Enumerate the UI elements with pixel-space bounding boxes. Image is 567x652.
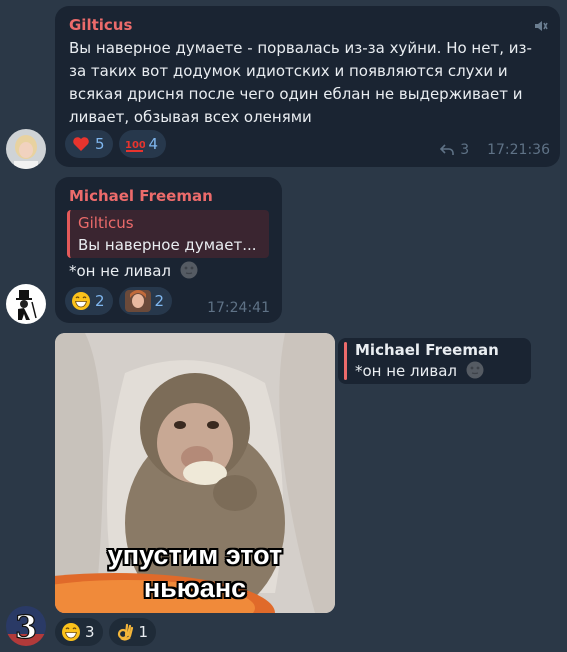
hundred-points-icon: 100 — [125, 140, 145, 152]
caption-line-2: ньюанс — [143, 573, 247, 603]
svg-text:100: 100 — [125, 140, 145, 151]
reaction-count: 1 — [138, 623, 149, 641]
heart-icon — [73, 137, 89, 151]
number-three-avatar-icon: 3 — [6, 606, 46, 646]
new-moon-face-icon — [466, 361, 484, 379]
reaction-count: 5 — [95, 135, 105, 153]
reply-count[interactable]: 3 — [460, 142, 469, 158]
reaction-heart[interactable]: 5 — [65, 130, 113, 158]
reaction-avatar[interactable]: 2 — [118, 287, 173, 315]
reply-arrow-icon[interactable] — [440, 144, 454, 156]
reply-text: Вы наверное думает... — [78, 236, 257, 254]
reaction-grin[interactable]: 3 — [55, 618, 103, 646]
reply-text-line: *он не ливал — [355, 361, 484, 382]
reply-quote[interactable]: Gilticus Вы наверное думает... — [67, 210, 269, 258]
ok-hand-icon — [117, 623, 133, 641]
reaction-count: 4 — [148, 135, 159, 153]
avatar-michael-freeman[interactable] — [6, 284, 46, 324]
reply-text: *он не ливал — [355, 362, 458, 380]
message-text: *он не ливал — [69, 262, 172, 280]
grinning-face-icon — [62, 623, 80, 641]
user-avatar-icon — [124, 290, 151, 312]
reaction-count: 2 — [154, 292, 165, 310]
reaction-hundred[interactable]: 100 4 — [118, 130, 167, 158]
message-text-line: *он не ливал — [69, 260, 198, 283]
sender-name[interactable]: Gilticus — [69, 16, 132, 34]
avatar-text: 3 — [15, 608, 37, 646]
message-text: Вы наверное думаете - порвалась из-за ху… — [69, 39, 532, 126]
top-hat-avatar-icon — [6, 284, 46, 324]
sticker-caption: упустим этот ньюанс — [55, 539, 335, 605]
message-time: 17:24:41 — [207, 300, 270, 316]
avatar-number-three[interactable]: 3 — [6, 606, 46, 646]
reactions: 2 2 — [65, 287, 173, 315]
caption-line-1: упустим этот — [107, 540, 283, 570]
reply-author: Gilticus — [78, 214, 134, 232]
message-time: 17:21:36 — [487, 142, 550, 158]
sender-name[interactable]: Michael Freeman — [69, 187, 213, 205]
sticker-reactions: 3 1 — [55, 618, 157, 646]
new-moon-face-icon — [180, 261, 198, 279]
message-bubble-1: Gilticus Вы наверное думаете - порвалась… — [55, 6, 560, 167]
blonde-woman-avatar-icon — [6, 129, 46, 169]
message-bubble-2: Michael Freeman Gilticus Вы наверное дум… — [55, 177, 282, 323]
reaction-count: 3 — [85, 623, 95, 641]
message-meta: 3 17:21:36 — [440, 142, 550, 158]
sticker-image[interactable]: упустим этот ньюанс — [55, 333, 335, 613]
reactions: 5 100 4 — [65, 130, 167, 158]
sticker-reply-bubble[interactable]: Michael Freeman *он не ливал — [338, 338, 531, 384]
muted-speaker-icon — [535, 21, 548, 31]
reply-author: Michael Freeman — [355, 341, 499, 359]
reaction-grin[interactable]: 2 — [65, 287, 113, 315]
avatar-gilticus[interactable] — [6, 129, 46, 169]
grinning-face-icon — [72, 292, 90, 310]
message-meta: 17:24:41 — [207, 300, 270, 316]
reaction-ok-hand[interactable]: 1 — [108, 618, 157, 646]
reply-accent-bar — [344, 342, 347, 380]
reaction-count: 2 — [95, 292, 105, 310]
